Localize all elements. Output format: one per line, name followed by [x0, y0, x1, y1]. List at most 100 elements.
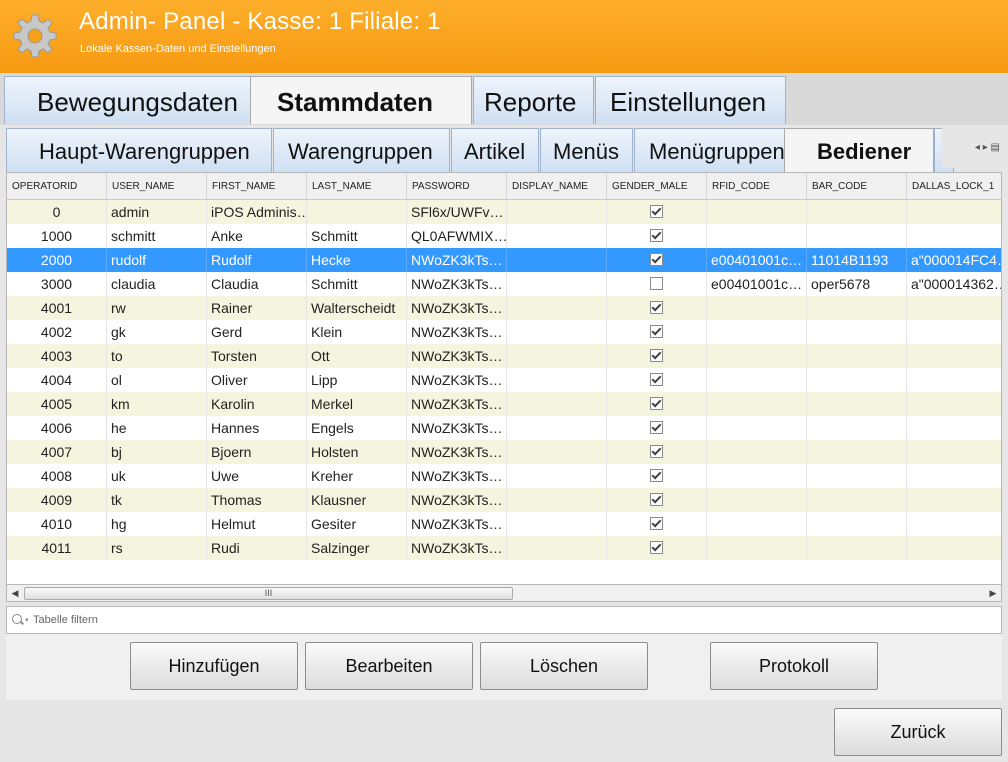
table-row[interactable]: 4007 bj Bjoern Holsten NWoZK3kTs… — [7, 440, 1001, 464]
cell-rfid-code[interactable] — [707, 296, 807, 320]
checkbox[interactable] — [650, 301, 663, 315]
cell-display-name[interactable] — [507, 464, 607, 488]
add-button[interactable]: Hinzufügen — [130, 642, 298, 690]
cell-first-name[interactable]: Thomas — [207, 488, 307, 512]
back-button[interactable]: Zurück — [834, 708, 1002, 756]
cell-user-name[interactable]: schmitt — [107, 224, 207, 248]
cell-last-name[interactable]: Lipp — [307, 368, 407, 392]
checkbox[interactable] — [650, 205, 663, 219]
cell-first-name[interactable]: Rainer — [207, 296, 307, 320]
cell-display-name[interactable] — [507, 296, 607, 320]
cell-last-name[interactable]: Klein — [307, 320, 407, 344]
cell-password[interactable]: NWoZK3kTs… — [407, 272, 507, 296]
table-row[interactable]: 4006 he Hannes Engels NWoZK3kTs… — [7, 416, 1001, 440]
tab-reporte[interactable]: Reporte — [473, 76, 594, 124]
cell-gender-male[interactable] — [607, 392, 707, 416]
cell-rfid-code[interactable]: e00401001c… — [707, 248, 807, 272]
cell-last-name[interactable]: Klausner — [307, 488, 407, 512]
cell-bar-code[interactable] — [807, 200, 907, 224]
cell-last-name[interactable]: Ott — [307, 344, 407, 368]
arrow-right-icon[interactable]: ▶ — [985, 585, 1001, 601]
table-row[interactable]: 4003 to Torsten Ott NWoZK3kTs… — [7, 344, 1001, 368]
cell-last-name[interactable]: Kreher — [307, 464, 407, 488]
col-dallas-lock-1[interactable]: DALLAS_LOCK_1 — [907, 173, 1001, 199]
col-bar-code[interactable]: BAR_CODE — [807, 173, 907, 199]
cell-gender-male[interactable] — [607, 536, 707, 560]
cell-bar-code[interactable] — [807, 320, 907, 344]
cell-bar-code[interactable] — [807, 344, 907, 368]
cell-dallas-lock-1[interactable] — [907, 512, 1001, 536]
cell-password[interactable]: NWoZK3kTs… — [407, 536, 507, 560]
tab-scroll-controls[interactable]: ◂ ▸ ▤ — [942, 128, 1004, 168]
cell-bar-code[interactable] — [807, 512, 907, 536]
cell-bar-code[interactable]: 11014B1193 — [807, 248, 907, 272]
cell-password[interactable]: NWoZK3kTs… — [407, 464, 507, 488]
cell-display-name[interactable] — [507, 200, 607, 224]
cell-operatorid[interactable]: 3000 — [7, 272, 107, 296]
cell-last-name[interactable]: Holsten — [307, 440, 407, 464]
cell-last-name[interactable]: Schmitt — [307, 224, 407, 248]
protocol-button[interactable]: Protokoll — [710, 642, 878, 690]
col-password[interactable]: PASSWORD — [407, 173, 507, 199]
cell-gender-male[interactable] — [607, 488, 707, 512]
checkbox[interactable] — [650, 541, 663, 555]
cell-rfid-code[interactable] — [707, 488, 807, 512]
cell-last-name[interactable] — [307, 200, 407, 224]
operator-table[interactable]: OPERATORID USER_NAME FIRST_NAME LAST_NAM… — [6, 172, 1002, 602]
cell-gender-male[interactable] — [607, 320, 707, 344]
cell-password[interactable]: SFl6x/UWFv… — [407, 200, 507, 224]
checkbox[interactable] — [650, 229, 663, 243]
table-row[interactable]: 2000 rudolf Rudolf Hecke NWoZK3kTs… e00401001… — [7, 248, 1001, 272]
cell-first-name[interactable]: iPOS Adminis… — [207, 200, 307, 224]
cell-first-name[interactable]: Helmut — [207, 512, 307, 536]
cell-dallas-lock-1[interactable] — [907, 344, 1001, 368]
cell-gender-male[interactable] — [607, 248, 707, 272]
col-gender-male[interactable]: GENDER_MALE — [607, 173, 707, 199]
cell-user-name[interactable]: rudolf — [107, 248, 207, 272]
table-row[interactable]: 4004 ol Oliver Lipp NWoZK3kTs… — [7, 368, 1001, 392]
cell-bar-code[interactable] — [807, 536, 907, 560]
checkbox[interactable] — [650, 445, 663, 459]
cell-dallas-lock-1[interactable] — [907, 440, 1001, 464]
cell-password[interactable]: NWoZK3kTs… — [407, 368, 507, 392]
cell-user-name[interactable]: claudia — [107, 272, 207, 296]
cell-password[interactable]: NWoZK3kTs… — [407, 392, 507, 416]
cell-bar-code[interactable] — [807, 224, 907, 248]
table-row[interactable]: 4009 tk Thomas Klausner NWoZK3kTs… — [7, 488, 1001, 512]
cell-bar-code[interactable] — [807, 392, 907, 416]
cell-first-name[interactable]: Bjoern — [207, 440, 307, 464]
table-row[interactable]: 4002 gk Gerd Klein NWoZK3kTs… — [7, 320, 1001, 344]
cell-password[interactable]: NWoZK3kTs… — [407, 296, 507, 320]
cell-gender-male[interactable] — [607, 296, 707, 320]
cell-gender-male[interactable] — [607, 224, 707, 248]
cell-bar-code[interactable] — [807, 440, 907, 464]
cell-password[interactable]: NWoZK3kTs… — [407, 320, 507, 344]
cell-last-name[interactable]: Salzinger — [307, 536, 407, 560]
cell-dallas-lock-1[interactable] — [907, 320, 1001, 344]
cell-first-name[interactable]: Oliver — [207, 368, 307, 392]
cell-rfid-code[interactable] — [707, 536, 807, 560]
cell-last-name[interactable]: Gesiter — [307, 512, 407, 536]
cell-password[interactable]: NWoZK3kTs… — [407, 488, 507, 512]
col-rfid-code[interactable]: RFID_CODE — [707, 173, 807, 199]
cell-first-name[interactable]: Claudia — [207, 272, 307, 296]
horizontal-scrollbar[interactable]: ◀ III ▶ — [6, 584, 1002, 602]
cell-user-name[interactable]: he — [107, 416, 207, 440]
cell-operatorid[interactable]: 2000 — [7, 248, 107, 272]
checkbox[interactable] — [650, 349, 663, 363]
search-icon[interactable] — [12, 614, 22, 624]
cell-operatorid[interactable]: 4003 — [7, 344, 107, 368]
tab-bewegungsdaten[interactable]: Bewegungsdaten — [4, 76, 262, 124]
cell-bar-code[interactable] — [807, 416, 907, 440]
cell-first-name[interactable]: Gerd — [207, 320, 307, 344]
cell-display-name[interactable] — [507, 512, 607, 536]
cell-first-name[interactable]: Anke — [207, 224, 307, 248]
edit-button[interactable]: Bearbeiten — [305, 642, 473, 690]
cell-operatorid[interactable]: 4001 — [7, 296, 107, 320]
checkbox[interactable] — [650, 421, 663, 435]
scrollbar-thumb[interactable]: III — [24, 587, 513, 600]
cell-dallas-lock-1[interactable] — [907, 392, 1001, 416]
cell-user-name[interactable]: rw — [107, 296, 207, 320]
cell-dallas-lock-1[interactable]: a"000014362… — [907, 272, 1001, 296]
cell-display-name[interactable] — [507, 440, 607, 464]
